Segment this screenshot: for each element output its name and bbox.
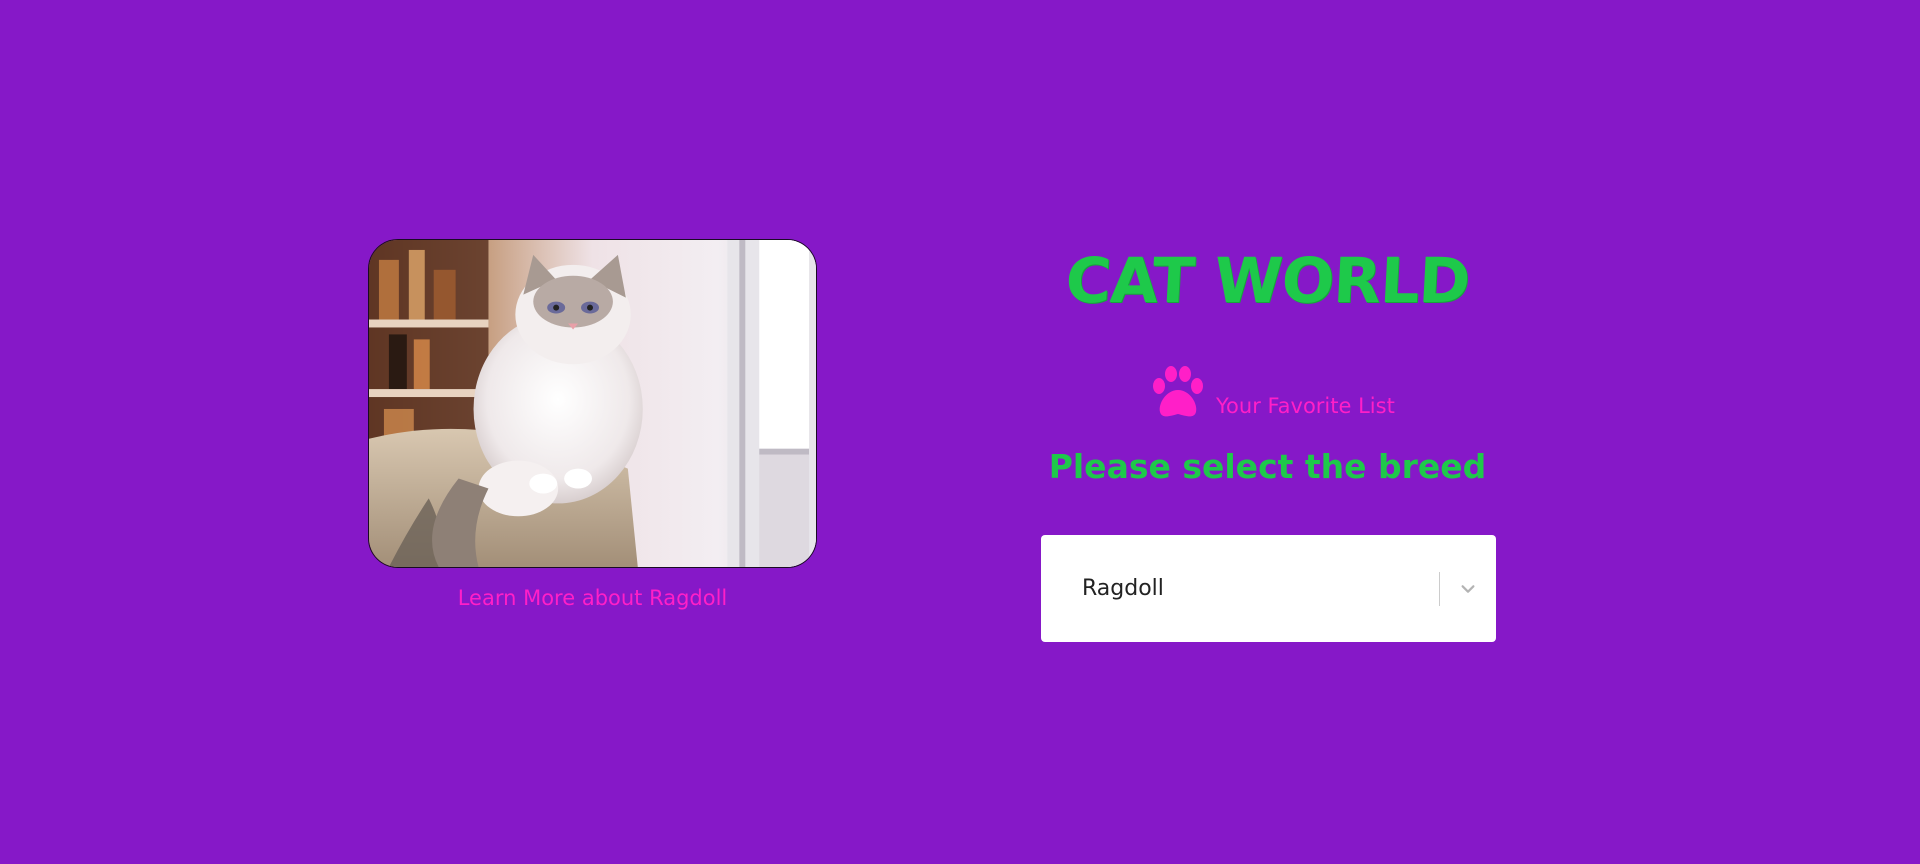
breed-select[interactable]: Ragdoll [1041, 535, 1496, 642]
breed-select-toggle[interactable] [1440, 580, 1496, 598]
cat-photo [368, 239, 817, 568]
cat-photo-image [369, 240, 816, 567]
select-breed-heading: Please select the breed [1048, 447, 1487, 486]
breed-select-value: Ragdoll [1082, 576, 1164, 601]
learn-more-link[interactable]: Learn More about Ragdoll [368, 586, 817, 610]
brand-title: CAT WORLD [1063, 244, 1472, 317]
page: Learn More about Ragdoll CAT WORLD Your … [0, 0, 1920, 864]
chevron-down-icon [1461, 584, 1475, 593]
paw-icon [1153, 366, 1203, 417]
favorite-list-label: Your Favorite List [1216, 394, 1395, 418]
favorite-list-link[interactable]: Your Favorite List [1148, 360, 1395, 420]
